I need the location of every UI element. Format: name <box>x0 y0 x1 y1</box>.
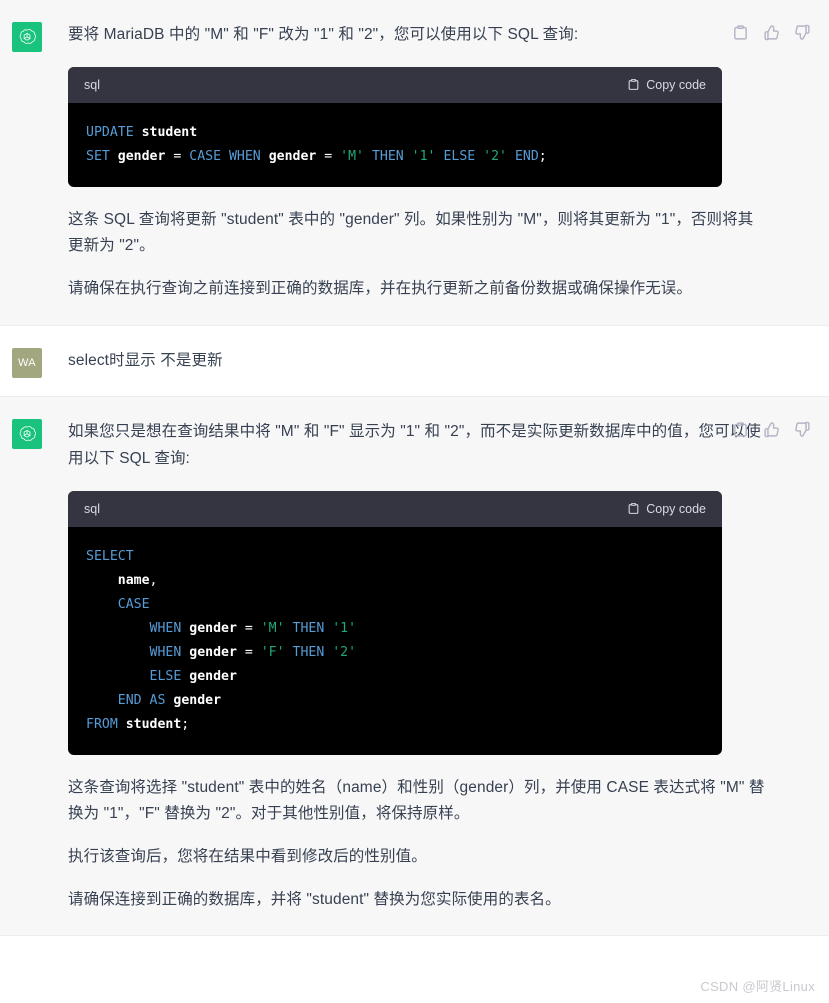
message-actions-1 <box>732 24 811 41</box>
copy-code-button-1[interactable]: Copy code <box>627 78 706 92</box>
thumbs-down-icon[interactable] <box>794 24 811 41</box>
assistant-2-note-paragraph: 请确保连接到正确的数据库，并将 "student" 替换为您实际使用的表名。 <box>68 890 561 908</box>
thumbs-down-icon[interactable] <box>794 421 811 438</box>
copy-code-button-2[interactable]: Copy code <box>627 502 706 516</box>
code-block-1-header: sql Copy code <box>68 66 722 103</box>
assistant-1-note-paragraph: 请确保在执行查询之前连接到正确的数据库，并在执行更新之前备份数据或确保操作无误。 <box>68 280 693 297</box>
assistant-1-intro-paragraph: 要将 MariaDB 中的 "M" 和 "F" 改为 "1" 和 "2"，您可以… <box>68 26 579 43</box>
code-block-2-header: sql Copy code <box>68 490 722 527</box>
copy-code-label: Copy code <box>646 77 706 92</box>
clipboard-icon <box>627 502 640 515</box>
user-message-1: WA select时显示 不是更新 <box>0 325 829 398</box>
assistant-1-explanation-paragraph: 这条 SQL 查询将更新 "student" 表中的 "gender" 列。如果… <box>68 210 754 255</box>
assistant-2-explanation-paragraph: 这条查询将选择 "student" 表中的姓名（name）和性别（gender）… <box>68 778 765 823</box>
copy-icon[interactable] <box>732 421 749 438</box>
clipboard-icon <box>627 78 640 91</box>
thumbs-up-icon[interactable] <box>763 421 780 438</box>
assistant-message-2: 如果您只是想在查询结果中将 "M" 和 "F" 显示为 "1" 和 "2"，而不… <box>0 397 829 937</box>
chat-thread: 要将 MariaDB 中的 "M" 和 "F" 改为 "1" 和 "2"，您可以… <box>0 0 829 937</box>
code-language-label: sql <box>84 501 100 516</box>
copy-icon[interactable] <box>732 24 749 41</box>
code-content-1: UPDATE student SET gender = CASE WHEN ge… <box>86 124 547 164</box>
code-language-label: sql <box>84 77 100 92</box>
assistant-2-result-paragraph: 执行该查询后，您将在结果中看到修改后的性别值。 <box>68 848 427 866</box>
user-message-text: select时显示 不是更新 <box>68 351 223 369</box>
assistant-2-intro-paragraph: 如果您只是想在查询结果中将 "M" 和 "F" 显示为 "1" 和 "2"，而不… <box>68 423 761 467</box>
code-block-2: sql Copy code SELECT name, CASE WHEN gen… <box>68 490 722 755</box>
thumbs-up-icon[interactable] <box>763 24 780 41</box>
user-avatar: WA <box>12 347 42 378</box>
message-actions-2 <box>732 421 811 438</box>
chatgpt-avatar <box>12 419 42 450</box>
copy-code-label: Copy code <box>646 501 706 516</box>
code-block-1: sql Copy code UPDATE student SET gender … <box>68 66 722 187</box>
chatgpt-avatar <box>12 22 42 52</box>
assistant-message-1: 要将 MariaDB 中的 "M" 和 "F" 改为 "1" 和 "2"，您可以… <box>0 0 829 326</box>
csdn-watermark: CSDN @阿贤Linux <box>700 979 815 994</box>
code-content-2: SELECT name, CASE WHEN gender = 'M' THEN… <box>86 548 357 732</box>
